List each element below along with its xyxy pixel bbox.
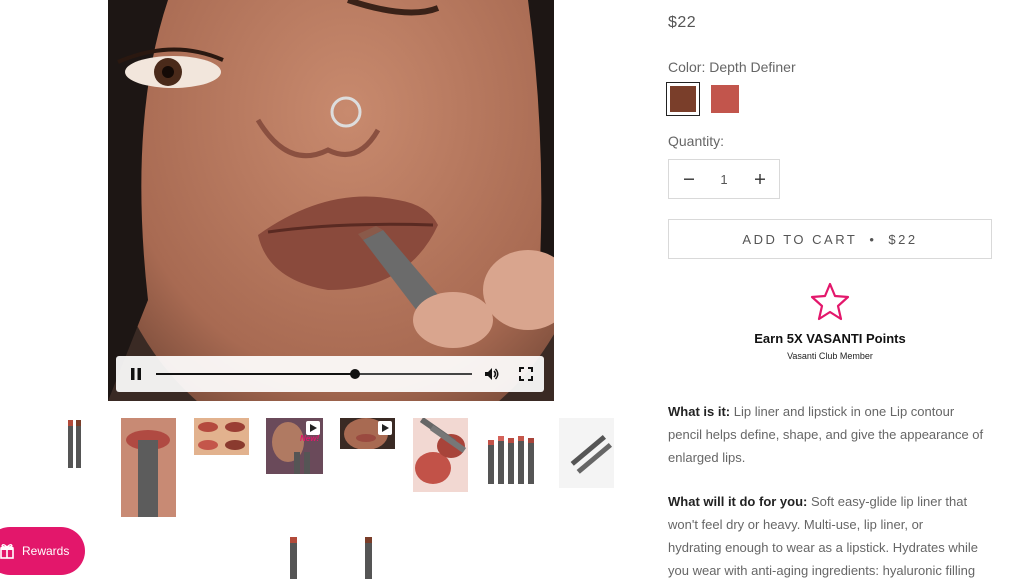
thumbnail-2[interactable] bbox=[121, 418, 176, 517]
color-label-prefix: Color: bbox=[668, 59, 706, 75]
product-price: $22 bbox=[668, 14, 697, 31]
add-to-cart-label: ADD TO CART bbox=[742, 231, 858, 247]
play-icon bbox=[310, 424, 317, 432]
product-image bbox=[68, 420, 81, 468]
volume-icon bbox=[485, 368, 499, 380]
product-image bbox=[194, 418, 249, 455]
product-image bbox=[290, 537, 297, 579]
product-image bbox=[488, 436, 534, 484]
product-image bbox=[121, 418, 176, 517]
description-what-is-it: What is it: Lip liner and lipstick in on… bbox=[668, 400, 998, 469]
increase-quantity-button[interactable] bbox=[742, 160, 778, 198]
what-it-does-line: you wear with anti-aging ingredients: hy… bbox=[668, 563, 976, 578]
what-is-it-line: Lip liner and lipstick in one Lip contou… bbox=[733, 404, 955, 419]
thumbnail-5-video[interactable] bbox=[340, 418, 395, 449]
thumbnail-9[interactable] bbox=[268, 534, 322, 579]
add-to-cart-separator: • bbox=[869, 231, 877, 247]
quantity-label: Quantity: bbox=[668, 133, 725, 149]
new-badge: New! bbox=[300, 434, 320, 443]
decrease-quantity-button[interactable] bbox=[671, 160, 707, 198]
thumbnail-7[interactable] bbox=[486, 418, 540, 486]
what-is-it-line: enlarged lips. bbox=[668, 450, 746, 465]
thumbnail-1[interactable] bbox=[48, 418, 102, 472]
quantity-value[interactable]: 1 bbox=[705, 160, 743, 198]
minus-icon bbox=[684, 178, 694, 180]
pause-button[interactable] bbox=[118, 356, 154, 392]
product-image bbox=[365, 537, 372, 579]
video-frame bbox=[108, 0, 554, 401]
video-progress-bar[interactable] bbox=[156, 369, 472, 379]
fullscreen-button[interactable] bbox=[508, 356, 544, 392]
thumbnail-3[interactable] bbox=[194, 418, 249, 455]
add-to-cart-button[interactable]: ADD TO CART • $22 bbox=[668, 219, 992, 259]
swatch-color bbox=[670, 86, 696, 112]
swatch-depth-definer[interactable] bbox=[666, 82, 700, 116]
thumbnail-4-video[interactable]: New! bbox=[266, 418, 323, 474]
what-it-does-line: hydrating enough to wear as a lipstick. … bbox=[668, 540, 978, 555]
swatch-rose[interactable] bbox=[708, 82, 742, 116]
video-controls bbox=[116, 356, 544, 392]
quantity-stepper: 1 bbox=[668, 159, 780, 199]
pause-icon bbox=[131, 368, 141, 380]
plus-icon bbox=[755, 174, 765, 184]
what-it-does-label: What will it do for you: bbox=[668, 494, 808, 509]
video-badge bbox=[378, 421, 392, 435]
what-it-does-line: Soft easy-glide lip liner that bbox=[811, 494, 968, 509]
thumbnail-10[interactable] bbox=[341, 534, 395, 579]
swatch-color bbox=[711, 85, 739, 113]
mute-button[interactable] bbox=[474, 356, 510, 392]
rewards-member-text: Vasanti Club Member bbox=[787, 351, 873, 361]
description-what-it-does: What will it do for you: Soft easy-glide… bbox=[668, 490, 998, 582]
fullscreen-icon bbox=[519, 367, 533, 381]
thumbnail-8[interactable] bbox=[559, 418, 614, 488]
what-is-it-line: pencil helps define, shape, and give the… bbox=[668, 427, 984, 442]
product-image bbox=[413, 418, 468, 492]
what-it-does-line: won't feel dry or heavy. Multi-use, lip … bbox=[668, 517, 924, 532]
star-icon bbox=[810, 282, 850, 321]
product-image bbox=[559, 418, 614, 488]
what-is-it-label: What is it: bbox=[668, 404, 731, 419]
add-to-cart-price: $22 bbox=[888, 231, 918, 247]
video-progress-fill bbox=[156, 373, 356, 375]
product-video[interactable] bbox=[108, 0, 554, 401]
rewards-button[interactable]: Rewards bbox=[0, 527, 85, 575]
gift-icon bbox=[0, 544, 14, 559]
thumbnail-6[interactable] bbox=[413, 418, 468, 492]
selected-color-name: Depth Definer bbox=[709, 59, 796, 75]
video-badge bbox=[306, 421, 320, 435]
video-progress-handle[interactable] bbox=[350, 369, 361, 379]
rewards-button-label: Rewards bbox=[22, 544, 70, 558]
play-icon bbox=[382, 424, 389, 432]
rewards-earn-text: Earn 5X VASANTI Points bbox=[754, 331, 906, 346]
color-label: Color: Depth Definer bbox=[668, 59, 796, 75]
